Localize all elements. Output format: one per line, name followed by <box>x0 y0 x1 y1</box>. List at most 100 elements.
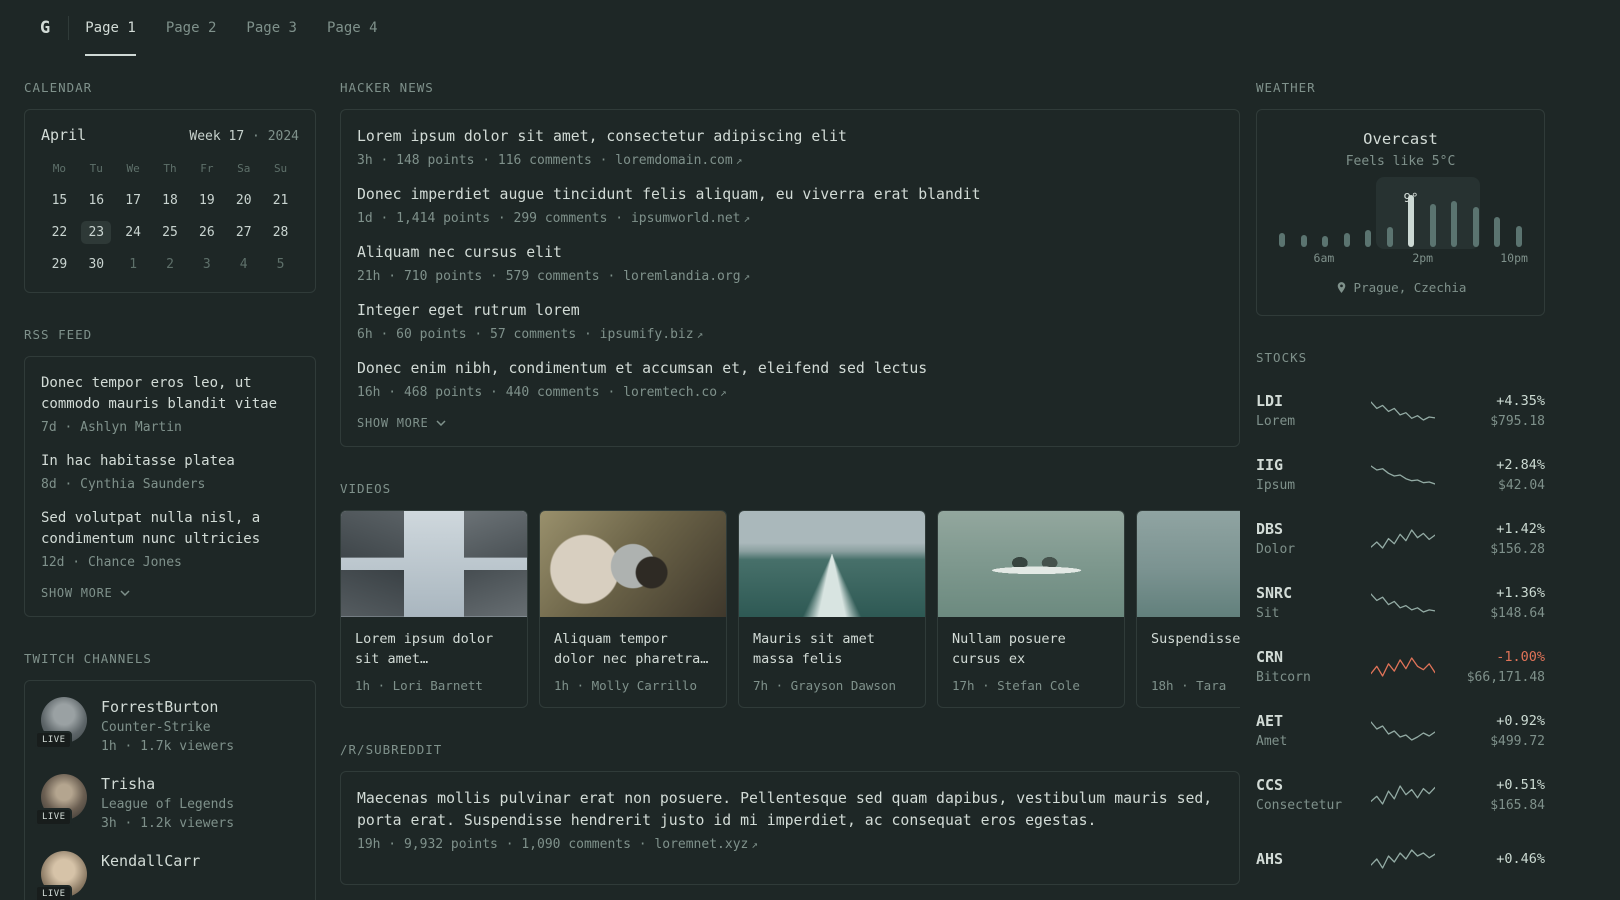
stock-change: +0.92% <box>1496 713 1545 729</box>
channel-name[interactable]: Trisha <box>101 774 234 795</box>
twitch-channel[interactable]: LIVE Trisha League of Legends 3h · 1.2k … <box>35 774 299 833</box>
video-card[interactable]: Suspendisse diam 18h · Tara <box>1136 510 1240 708</box>
video-meta: 1h · Lori Barnett <box>355 678 483 693</box>
page-tabs: Page 1 Page 2 Page 3 Page 4 <box>85 0 378 56</box>
hn-item-title[interactable]: Lorem ipsum dolor sit amet, consectetur … <box>357 126 1223 148</box>
hn-item: Aliquam nec cursus elit 21h · 710 points… <box>357 242 1223 286</box>
rss-item-title[interactable]: In hac habitasse platea <box>41 451 299 472</box>
hn-item-title[interactable]: Aliquam nec cursus elit <box>357 242 1223 264</box>
stock-name: Bitcorn <box>1256 670 1311 685</box>
stocks-list: LDI Lorem +4.35% $795.18 IIG Ipsum +2.84% $4… <box>1256 379 1545 891</box>
video-card[interactable]: Aliquam tempor dolor nec pharetra… 1h · … <box>539 510 727 708</box>
stock-sparkline <box>1371 849 1435 869</box>
post-title[interactable]: Maecenas mollis pulvinar erat non posuer… <box>357 788 1223 832</box>
current-temp-label: 9° <box>1403 190 1419 205</box>
weather-location: Prague, Czechia <box>1353 280 1467 295</box>
video-card[interactable]: Lorem ipsum dolor sit amet consectetu… 1… <box>340 510 528 708</box>
hn-item-domain[interactable]: ipsumworld.net <box>631 211 741 226</box>
hn-item-domain[interactable]: ipsumify.biz <box>600 327 694 342</box>
stock-price: $165.84 <box>1490 798 1545 813</box>
hn-item-domain[interactable]: loremlandia.org <box>623 269 740 284</box>
tab-page-1[interactable]: Page 1 <box>85 0 136 56</box>
rss-item-title[interactable]: Sed volutpat nulla nisl, a condimentum n… <box>41 508 299 550</box>
stock-price: $156.28 <box>1490 542 1545 557</box>
channel-name[interactable]: ForrestBurton <box>101 697 234 718</box>
stock-row[interactable]: LDI Lorem +4.35% $795.18 <box>1256 379 1545 443</box>
app-logo[interactable]: G <box>40 0 50 56</box>
video-card[interactable]: Mauris sit amet massa felis 7h · Grayson… <box>738 510 926 708</box>
channel-viewers: 3h · 1.2k viewers <box>101 816 235 831</box>
stock-change: +2.84% <box>1496 457 1545 473</box>
calendar-day: 29 <box>51 257 68 272</box>
twitch-channel[interactable]: LIVE KendallCarr <box>35 851 299 900</box>
channel-name[interactable]: KendallCarr <box>101 851 200 872</box>
calendar-day: 27 <box>235 225 252 240</box>
video-card[interactable]: Nullam posuere cursus ex 17h · Stefan Co… <box>937 510 1125 708</box>
twitch-section-title: TWITCH CHANNELS <box>24 651 152 666</box>
channel-game: Counter-Strike <box>101 720 211 735</box>
stock-price: $795.18 <box>1490 414 1545 429</box>
stock-ticker: DBS <box>1256 520 1284 538</box>
post-meta: 19h · 9,932 points · 1,090 comments <box>357 837 631 852</box>
calendar-day: 18 <box>162 193 178 208</box>
hacker-news-widget: HACKER NEWS Lorem ipsum dolor sit amet, … <box>340 80 1240 447</box>
stock-ticker: IIG <box>1256 456 1284 474</box>
hn-item-domain[interactable]: loremdomain.com <box>615 153 732 168</box>
tab-page-2[interactable]: Page 2 <box>166 0 217 56</box>
rss-item-meta: 8d · Cynthia Saunders <box>41 477 206 492</box>
post-domain[interactable]: loremnet.xyz <box>654 837 748 852</box>
stock-name: Amet <box>1256 734 1288 749</box>
stock-ticker: LDI <box>1256 392 1284 410</box>
stock-sparkline <box>1371 721 1435 741</box>
video-thumbnail <box>938 511 1124 617</box>
hn-item-meta: 16h · 468 points · 440 comments <box>357 385 600 400</box>
video-thumbnail <box>739 511 925 617</box>
stock-ticker: AHS <box>1256 849 1284 868</box>
rss-item-title[interactable]: Donec tempor eros leo, ut commodo mauris… <box>41 373 299 415</box>
rss-show-more-button[interactable]: SHOW MORE <box>41 586 130 600</box>
weather-condition: Overcast <box>1363 130 1438 148</box>
stock-row[interactable]: AHS +0.46% <box>1256 827 1545 891</box>
calendar-day: 20 <box>235 193 252 208</box>
stock-name: Sit <box>1256 606 1280 621</box>
calendar-day: 2 <box>166 257 174 272</box>
stock-sparkline <box>1371 401 1435 421</box>
subreddit-widget: /R/SUBREDDIT Maecenas mollis pulvinar er… <box>340 742 1240 885</box>
calendar-grid: Mo Tu We Th Fr Sa Su 15 16 17 18 19 20 2… <box>41 162 299 276</box>
top-nav: G Page 1 Page 2 Page 3 Page 4 <box>0 0 1620 56</box>
weekday-label: Sa <box>237 162 251 175</box>
video-title: Nullam posuere cursus ex <box>952 631 1066 667</box>
weekday-label: Su <box>273 162 288 175</box>
tab-page-4[interactable]: Page 4 <box>327 0 378 56</box>
stock-row[interactable]: IIG Ipsum +2.84% $42.04 <box>1256 443 1545 507</box>
stock-row[interactable]: SNRC Sit +1.36% $148.64 <box>1256 571 1545 635</box>
hn-item: Donec enim nibh, condimentum et accumsan… <box>357 358 1223 402</box>
hn-show-more-button[interactable]: SHOW MORE <box>357 416 446 430</box>
video-meta: 18h · Tara <box>1151 678 1227 693</box>
hn-item-meta: 6h · 60 points · 57 comments <box>357 327 577 342</box>
channel-game: League of Legends <box>101 797 235 812</box>
video-title: Suspendisse diam <box>1151 631 1240 647</box>
calendar-month: April <box>41 126 87 144</box>
stock-name: Consectetur <box>1256 798 1343 813</box>
stock-ticker: CRN <box>1256 648 1284 666</box>
weekday-label: Mo <box>52 162 67 175</box>
weekday-label: Fr <box>200 162 214 175</box>
live-badge: LIVE <box>35 808 73 826</box>
stock-row[interactable]: AET Amet +0.92% $499.72 <box>1256 699 1545 763</box>
hn-item-title[interactable]: Integer eget rutrum lorem <box>357 300 1223 322</box>
stock-sparkline <box>1371 785 1435 805</box>
hn-item-meta: 3h · 148 points · 116 comments <box>357 153 592 168</box>
hn-item-title[interactable]: Donec imperdiet augue tincidunt felis al… <box>357 184 1223 206</box>
stock-row[interactable]: DBS Dolor +1.42% $156.28 <box>1256 507 1545 571</box>
stock-change: +1.42% <box>1496 521 1545 537</box>
weekday-label: Th <box>163 162 177 175</box>
twitch-channel[interactable]: LIVE ForrestBurton Counter-Strike 1h · 1… <box>35 697 299 756</box>
stock-row[interactable]: CRN Bitcorn -1.00% $66,171.48 <box>1256 635 1545 699</box>
hn-item-domain[interactable]: loremtech.co <box>623 385 717 400</box>
weather-section-title: WEATHER <box>1256 80 1316 95</box>
stock-row[interactable]: CCS Consectetur +0.51% $165.84 <box>1256 763 1545 827</box>
hn-item-title[interactable]: Donec enim nibh, condimentum et accumsan… <box>357 358 1223 380</box>
stock-name: Lorem <box>1256 414 1296 429</box>
tab-page-3[interactable]: Page 3 <box>246 0 297 56</box>
